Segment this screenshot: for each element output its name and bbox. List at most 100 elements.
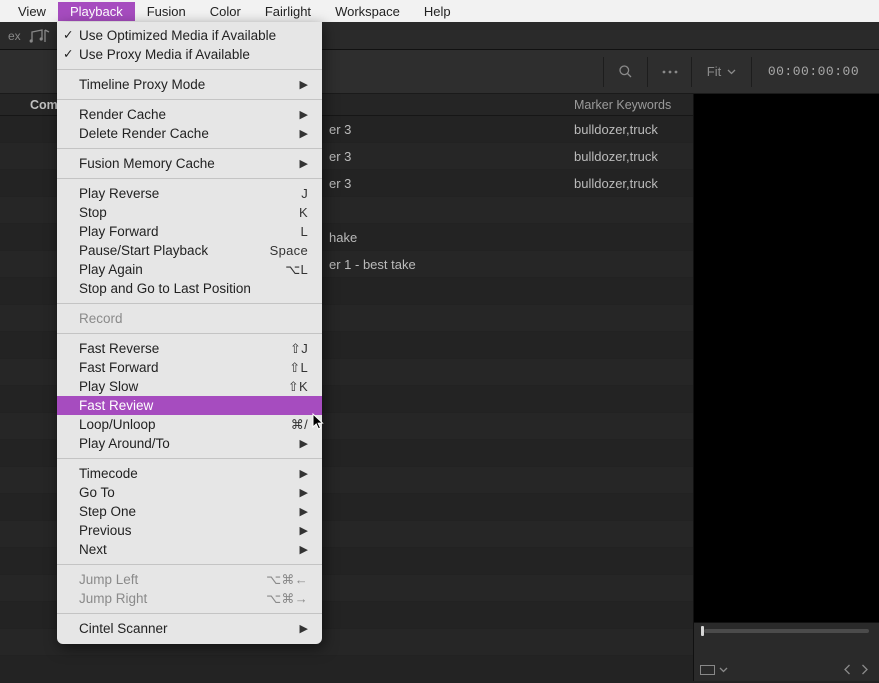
menu-item[interactable]: Fast Reverse⇧J	[57, 339, 322, 358]
submenu-arrow-icon: ▶	[300, 622, 308, 635]
menu-separator	[57, 458, 322, 459]
menu-item-shortcut: L	[258, 224, 308, 239]
menu-item-shortcut: ⌥L	[258, 262, 308, 278]
menu-item[interactable]: Timecode▶	[57, 464, 322, 483]
menu-item[interactable]: Play Slow⇧K	[57, 377, 322, 396]
menu-item-label: Previous	[79, 523, 300, 538]
more-options-button[interactable]	[647, 57, 691, 87]
scrubber-thumb[interactable]	[701, 626, 704, 636]
menu-item-shortcut: ⇧K	[258, 379, 308, 395]
menu-item-label: Fast Review	[79, 398, 308, 413]
menu-fusion[interactable]: Fusion	[135, 2, 198, 21]
menu-item[interactable]: Use Proxy Media if Available	[57, 45, 322, 64]
menu-fairlight[interactable]: Fairlight	[253, 2, 323, 21]
menu-playback[interactable]: Playback	[58, 2, 135, 21]
viewer-panel	[693, 94, 879, 622]
menu-item-shortcut: ⌘/	[258, 417, 308, 433]
menu-item[interactable]: Timeline Proxy Mode▶	[57, 75, 322, 94]
menu-item-label: Jump Right	[79, 591, 258, 606]
table-cell: er 3	[324, 176, 569, 191]
menu-item[interactable]: Fast Forward⇧L	[57, 358, 322, 377]
submenu-arrow-icon: ▶	[300, 543, 308, 556]
menu-item-label: Jump Left	[79, 572, 258, 587]
menu-separator	[57, 69, 322, 70]
menu-item[interactable]: Play ForwardL	[57, 222, 322, 241]
menu-item: Jump Left⌥⌘←	[57, 570, 322, 589]
menu-item[interactable]: Stop and Go to Last Position	[57, 279, 322, 298]
submenu-arrow-icon: ▶	[300, 157, 308, 170]
menu-item-label: Stop and Go to Last Position	[79, 281, 308, 296]
display-rect-icon	[700, 665, 715, 675]
menu-item-shortcut: ⌥⌘→	[258, 591, 308, 607]
submenu-arrow-icon: ▶	[300, 524, 308, 537]
menu-item-label: Fusion Memory Cache	[79, 156, 300, 171]
menu-item[interactable]: Go To▶	[57, 483, 322, 502]
menu-item[interactable]: Fusion Memory Cache▶	[57, 154, 322, 173]
menu-item: Record	[57, 309, 322, 328]
menu-help[interactable]: Help	[412, 2, 463, 21]
menu-item[interactable]: Cintel Scanner▶	[57, 619, 322, 638]
menu-item-label: Play Around/To	[79, 436, 300, 451]
table-cell: hake	[324, 230, 569, 245]
search-icon	[618, 64, 633, 79]
menu-item[interactable]: Play ReverseJ	[57, 184, 322, 203]
menu-item-label: Play Forward	[79, 224, 258, 239]
menu-item[interactable]: Delete Render Cache▶	[57, 124, 322, 143]
menu-item-label: Cintel Scanner	[79, 621, 300, 636]
menu-item-shortcut: ⇧L	[258, 360, 308, 376]
menu-item-shortcut: ⌥⌘←	[258, 572, 308, 588]
menu-item[interactable]: Play Around/To▶	[57, 434, 322, 453]
menu-item-shortcut: Space	[258, 243, 308, 258]
menu-item[interactable]: Pause/Start PlaybackSpace	[57, 241, 322, 260]
menu-item-shortcut: J	[258, 186, 308, 201]
menu-item[interactable]: Play Again⌥L	[57, 260, 322, 279]
menu-item-label: Play Again	[79, 262, 258, 277]
submenu-arrow-icon: ▶	[300, 437, 308, 450]
viewer-bottom-bar	[693, 622, 879, 681]
submenu-arrow-icon: ▶	[300, 108, 308, 121]
menu-item[interactable]: StopK	[57, 203, 322, 222]
menu-item: Jump Right⌥⌘→	[57, 589, 322, 608]
zoom-fit-label: Fit	[707, 64, 721, 79]
timeline-scrubber[interactable]	[704, 629, 869, 633]
menu-item-label: Stop	[79, 205, 258, 220]
menu-separator	[57, 564, 322, 565]
menu-item[interactable]: Render Cache▶	[57, 105, 322, 124]
toolbar-ex-label: ex	[4, 28, 25, 44]
menu-item-label: Use Optimized Media if Available	[79, 28, 308, 43]
menu-item[interactable]: Step One▶	[57, 502, 322, 521]
menu-separator	[57, 178, 322, 179]
submenu-arrow-icon: ▶	[300, 486, 308, 499]
zoom-fit-dropdown[interactable]: Fit	[691, 57, 751, 87]
menu-item[interactable]: Next▶	[57, 540, 322, 559]
table-cell: er 1 - best take	[324, 257, 569, 272]
submenu-arrow-icon: ▶	[300, 78, 308, 91]
menu-item[interactable]: Fast Review	[57, 396, 322, 415]
menu-view[interactable]: View	[6, 2, 58, 21]
menu-item-label: Step One	[79, 504, 300, 519]
menu-item[interactable]: Loop/Unloop⌘/	[57, 415, 322, 434]
playback-menu-dropdown: Use Optimized Media if Available Use Prox…	[57, 22, 322, 644]
display-mode-dropdown[interactable]	[700, 665, 728, 675]
menu-item[interactable]: Use Optimized Media if Available	[57, 26, 322, 45]
submenu-arrow-icon: ▶	[300, 127, 308, 140]
menu-item[interactable]: Previous▶	[57, 521, 322, 540]
menu-workspace[interactable]: Workspace	[323, 2, 412, 21]
menu-item-label: Timeline Proxy Mode	[79, 77, 300, 92]
table-cell: er 3	[324, 122, 569, 137]
music-note-icon[interactable]	[27, 26, 51, 46]
menu-item-label: Use Proxy Media if Available	[79, 47, 308, 62]
menu-item-label: Play Slow	[79, 379, 258, 394]
prev-button[interactable]	[839, 664, 856, 675]
menu-item-label: Delete Render Cache	[79, 126, 300, 141]
menu-item-label: Play Reverse	[79, 186, 258, 201]
table-cell: er 3	[324, 149, 569, 164]
menu-item-label: Pause/Start Playback	[79, 243, 258, 258]
menu-color[interactable]: Color	[198, 2, 253, 21]
menu-item-label: Render Cache	[79, 107, 300, 122]
search-button[interactable]	[603, 57, 647, 87]
timecode-display[interactable]: 00:00:00:00	[751, 57, 875, 87]
next-button[interactable]	[856, 664, 873, 675]
menu-separator	[57, 99, 322, 100]
chevron-left-icon	[843, 664, 852, 675]
